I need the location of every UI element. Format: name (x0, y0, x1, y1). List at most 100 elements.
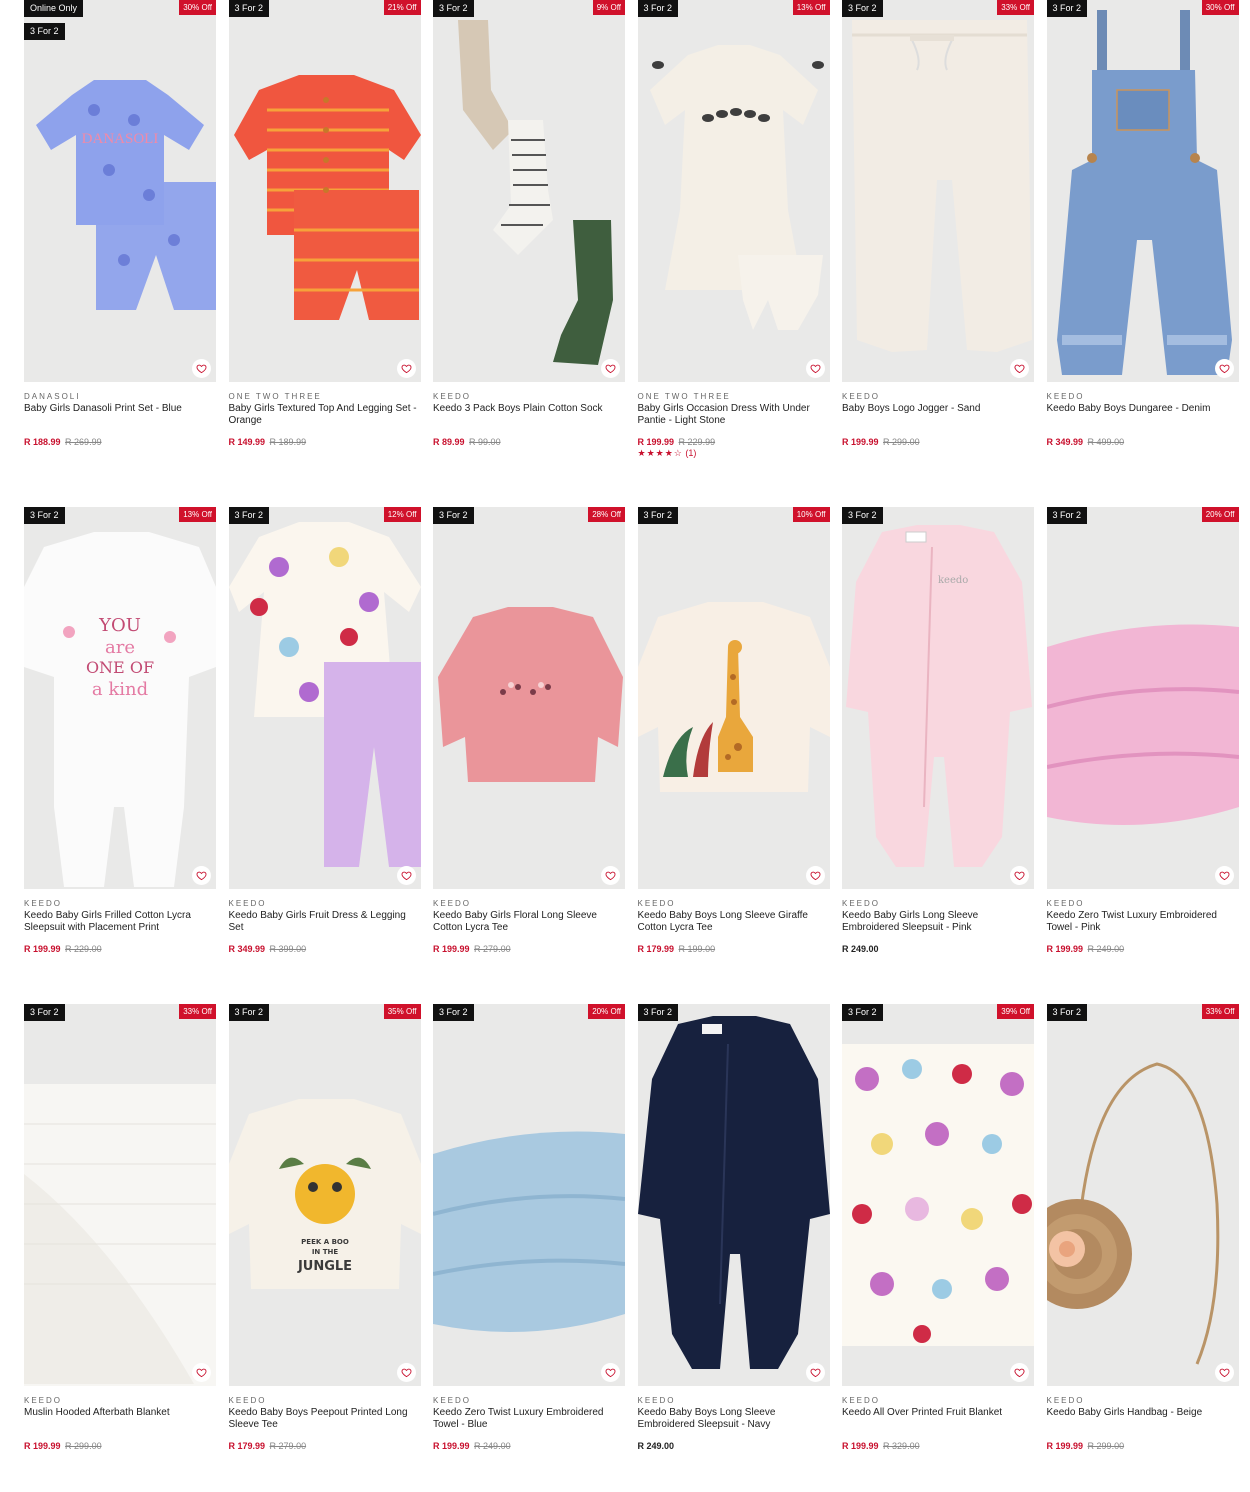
svg-text:JUNGLE: JUNGLE (296, 1259, 351, 1274)
product-name[interactable]: Keedo Baby Girls Fruit Dress & Legging S… (229, 910, 421, 934)
product-price: R 249.00 (638, 1441, 830, 1452)
product-card[interactable]: 3 For 2 28% Off KEEDO Keedo Baby Girls F… (433, 507, 625, 955)
discount-badge: 33% Off (1201, 1004, 1239, 1019)
product-image[interactable]: 3 For 2 (637, 1004, 830, 1386)
product-photo: keedo (842, 507, 1034, 889)
product-card[interactable]: YOU are ONE OF a kind 3 For 2 13% Off KEEDO… (24, 507, 216, 955)
product-image[interactable]: YOU are ONE OF a kind 3 For 2 13% Off (24, 507, 216, 889)
product-image[interactable]: 3 For 2 28% Off (433, 507, 625, 889)
product-image[interactable]: keedo 3 For 2 (842, 507, 1034, 889)
product-name[interactable]: Keedo Baby Girls Long Sleeve Embroidered… (842, 910, 1034, 934)
discount-badge: 33% Off (997, 0, 1034, 15)
wishlist-heart-icon[interactable] (1214, 1363, 1234, 1382)
product-card[interactable]: 3 For 2 30% Off KEEDO Keedo Baby Boys Du… (1046, 0, 1239, 448)
product-price: R 199.99 R 279.00 (433, 944, 625, 955)
product-card[interactable]: keedo 3 For 2 KEEDO Keedo Baby Girls Lon… (842, 507, 1034, 955)
product-card[interactable]: 3 For 2 21% Off ONE TWO THREE Baby Girls… (228, 0, 421, 448)
product-card[interactable]: 3 For 2 20% Off KEEDO Keedo Zero Twist L… (1046, 507, 1239, 955)
product-name[interactable]: Baby Boys Logo Jogger - Sand (842, 403, 1034, 427)
wishlist-heart-icon[interactable] (396, 866, 416, 885)
product-card[interactable]: 3 For 2 10% Off KEEDO Keedo Baby Boys Lo… (637, 507, 830, 955)
product-image[interactable]: 3 For 2 20% Off (1046, 507, 1239, 889)
product-name[interactable]: Keedo Baby Boys Long Sleeve Embroidered … (638, 1407, 830, 1431)
product-photo (1046, 507, 1239, 889)
wishlist-heart-icon[interactable] (601, 359, 620, 378)
product-name[interactable]: Keedo Baby Girls Handbag - Beige (1047, 1407, 1239, 1431)
product-name[interactable]: Keedo Baby Boys Long Sleeve Giraffe Cott… (638, 910, 830, 934)
product-rating[interactable]: ★★★★☆ (1) (638, 448, 830, 459)
product-image[interactable]: PEEK A BOO IN THE JUNGLE 3 For 2 35% Off (228, 1004, 421, 1386)
product-name[interactable]: Baby Girls Occasion Dress With Under Pan… (638, 403, 830, 427)
product-name[interactable]: Keedo Zero Twist Luxury Embroidered Towe… (433, 1407, 625, 1431)
product-image[interactable]: 3 For 2 33% Off (1046, 1004, 1239, 1386)
product-card[interactable]: DANASOLI Online Only 3 For 2 30% Off DAN… (24, 0, 216, 448)
product-name[interactable]: Keedo Zero Twist Luxury Embroidered Towe… (1047, 910, 1239, 934)
current-price: R 249.00 (637, 1441, 675, 1451)
product-name[interactable]: Keedo Baby Girls Frilled Cotton Lycra Sl… (24, 910, 216, 934)
product-name[interactable]: Keedo Baby Boys Dungaree - Denim (1047, 403, 1239, 427)
product-card[interactable]: 3 For 2 13% Off ONE TWO THREE Baby Girls… (637, 0, 830, 459)
product-brand: KEEDO (433, 1396, 472, 1405)
product-image[interactable]: 3 For 2 21% Off (228, 0, 421, 382)
wishlist-heart-icon[interactable] (396, 1363, 416, 1382)
product-image[interactable]: 3 For 2 10% Off (637, 507, 830, 889)
product-price: R 188.99 R 269.99 (24, 437, 216, 448)
current-price: R 179.99 (228, 1441, 266, 1451)
product-image[interactable]: 3 For 2 33% Off (842, 0, 1034, 382)
product-name[interactable]: Muslin Hooded Afterbath Blanket (24, 1407, 216, 1431)
svg-text:a kind: a kind (92, 679, 148, 700)
jungle-tee-illustration: PEEK A BOO IN THE JUNGLE (228, 1099, 421, 1289)
product-name[interactable]: Baby Girls Textured Top And Legging Set … (229, 403, 421, 427)
product-image[interactable]: 3 For 2 20% Off (433, 1004, 625, 1386)
wishlist-heart-icon[interactable] (192, 1363, 211, 1382)
product-image[interactable]: 3 For 2 12% Off (228, 507, 421, 889)
product-card[interactable]: PEEK A BOO IN THE JUNGLE 3 For 2 35% Off K… (228, 1004, 421, 1452)
product-card[interactable]: 3 For 2 39% Off KEEDO Keedo All Over Pri… (842, 1004, 1034, 1452)
product-card[interactable]: 3 For 2 KEEDO Keedo Baby Boys Long Sleev… (637, 1004, 830, 1452)
pink-towel-illustration (1046, 507, 1239, 889)
svg-text:ONE OF: ONE OF (86, 658, 154, 677)
wishlist-heart-icon[interactable] (805, 866, 825, 885)
wishlist-heart-icon[interactable] (1214, 359, 1234, 378)
rating-count: (1) (685, 448, 697, 458)
product-name[interactable]: Keedo Baby Girls Floral Long Sleeve Cott… (433, 910, 625, 934)
product-card[interactable]: 3 For 2 33% Off KEEDO Muslin Hooded Afte… (24, 1004, 216, 1452)
wishlist-heart-icon[interactable] (1010, 866, 1029, 885)
discount-badge: 20% Off (1201, 507, 1239, 522)
wishlist-heart-icon[interactable] (601, 866, 620, 885)
discount-badge: 13% Off (792, 0, 830, 15)
product-image[interactable]: DANASOLI Online Only 3 For 2 30% Off (24, 0, 216, 382)
wishlist-heart-icon[interactable] (1010, 359, 1029, 378)
product-image[interactable]: 3 For 2 13% Off (637, 0, 830, 382)
product-brand: KEEDO (842, 392, 881, 401)
product-name[interactable]: Keedo 3 Pack Boys Plain Cotton Sock (433, 403, 625, 427)
wishlist-heart-icon[interactable] (805, 359, 825, 378)
product-card[interactable]: 3 For 2 20% Off KEEDO Keedo Zero Twist L… (433, 1004, 625, 1452)
product-image[interactable]: 3 For 2 30% Off (1046, 0, 1239, 382)
product-image[interactable]: 3 For 2 33% Off (24, 1004, 216, 1386)
product-card[interactable]: 3 For 2 33% Off KEEDO Keedo Baby Girls H… (1046, 1004, 1239, 1452)
product-card[interactable]: 3 For 2 9% Off KEEDO Keedo 3 Pack Boys P… (433, 0, 625, 448)
product-image[interactable]: 3 For 2 9% Off (433, 0, 625, 382)
product-name[interactable]: Keedo All Over Printed Fruit Blanket (842, 1407, 1034, 1431)
wishlist-heart-icon[interactable] (805, 1363, 825, 1382)
product-photo: YOU are ONE OF a kind (24, 507, 216, 889)
product-card[interactable]: 3 For 2 33% Off KEEDO Baby Boys Logo Jog… (842, 0, 1034, 448)
product-photo (228, 507, 421, 889)
discount-badge: 20% Off (588, 1004, 625, 1019)
wishlist-heart-icon[interactable] (192, 359, 211, 378)
product-price: R 179.99 R 199.00 (638, 944, 830, 955)
product-photo: DANASOLI (24, 0, 216, 382)
current-price: R 199.99 (433, 1441, 470, 1451)
wishlist-heart-icon[interactable] (1010, 1363, 1029, 1382)
product-card[interactable]: 3 For 2 12% Off KEEDO Keedo Baby Girls F… (228, 507, 421, 955)
wishlist-heart-icon[interactable] (1214, 866, 1234, 885)
wishlist-heart-icon[interactable] (396, 359, 416, 378)
product-photo (842, 1004, 1034, 1386)
wishlist-heart-icon[interactable] (601, 1363, 620, 1382)
product-name[interactable]: Baby Girls Danasoli Print Set - Blue (24, 403, 216, 427)
wishlist-heart-icon[interactable] (192, 866, 211, 885)
discount-badge: 35% Off (383, 1004, 421, 1019)
product-name[interactable]: Keedo Baby Boys Peepout Printed Long Sle… (229, 1407, 421, 1431)
product-image[interactable]: 3 For 2 39% Off (842, 1004, 1034, 1386)
